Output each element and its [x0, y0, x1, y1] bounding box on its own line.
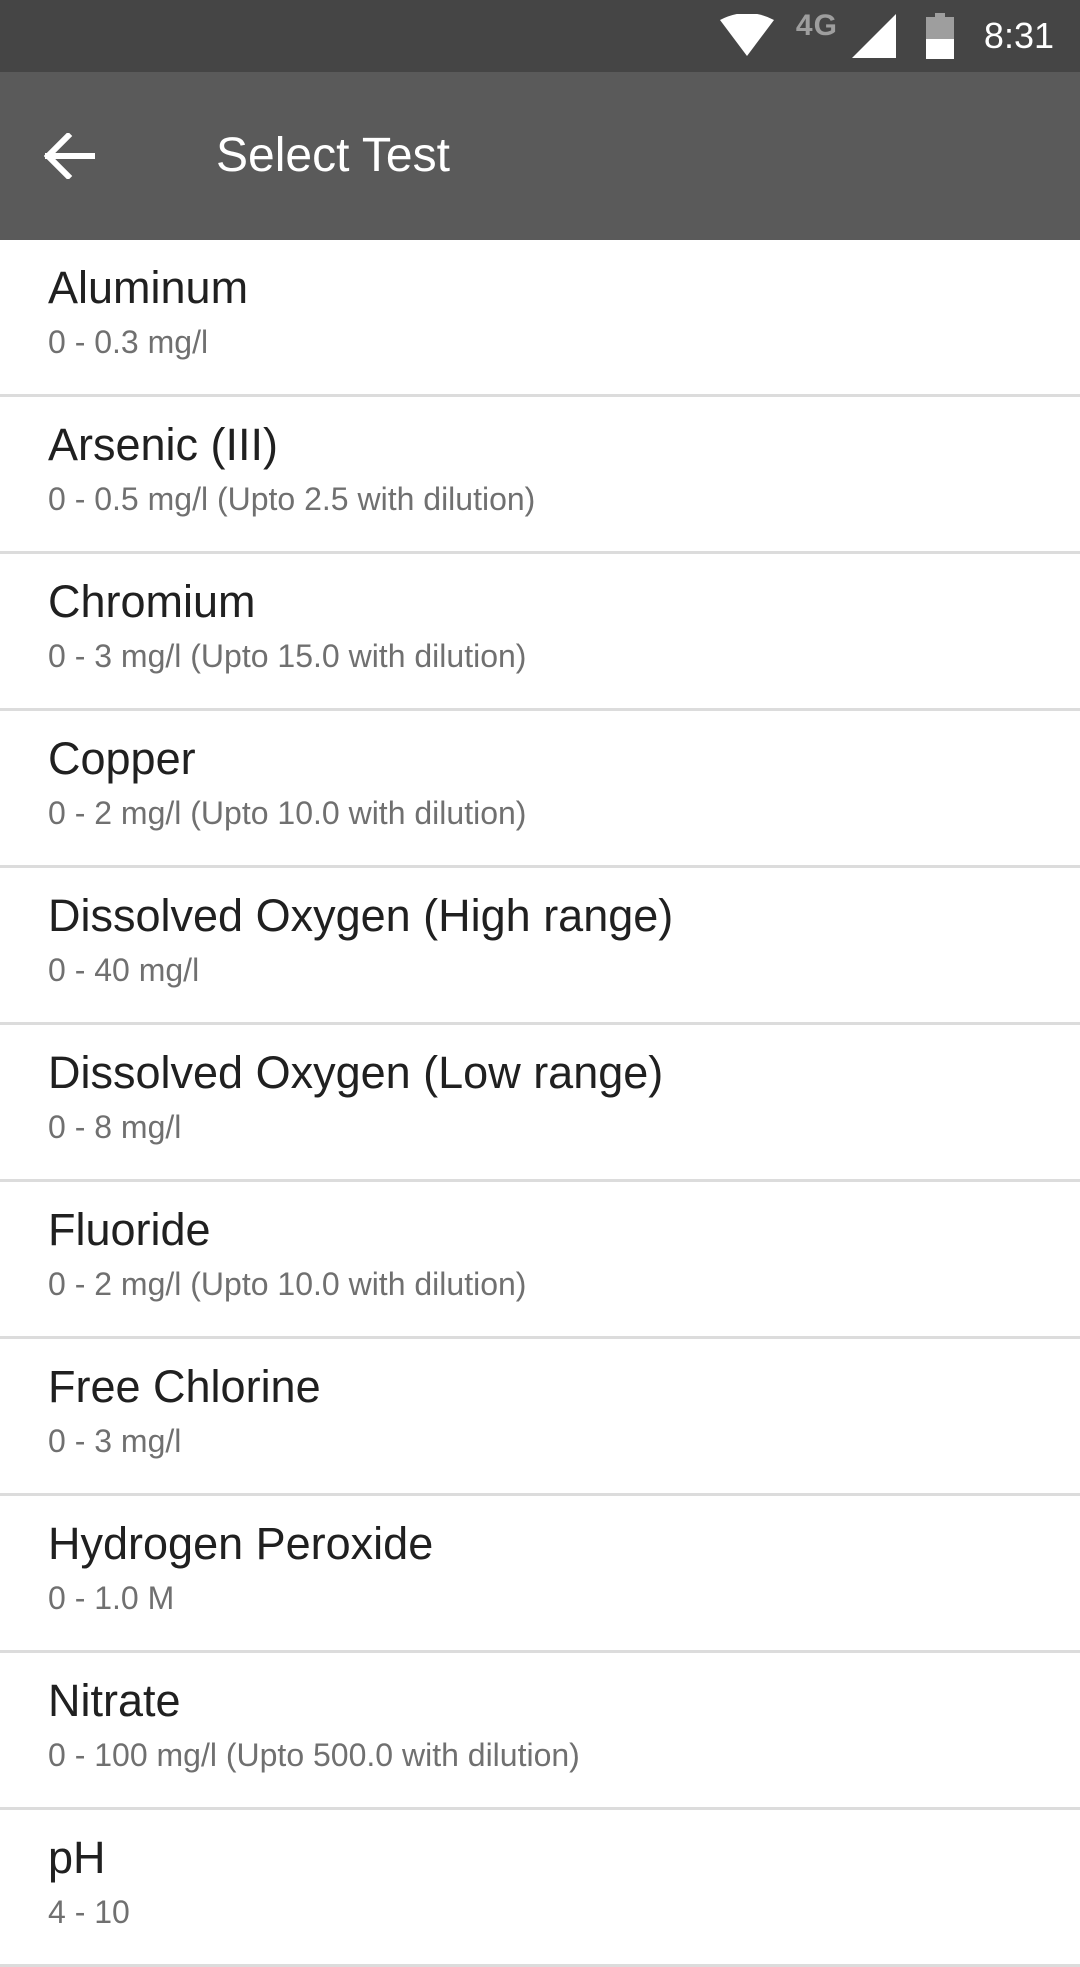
test-name: Dissolved Oxygen (Low range)	[48, 1047, 664, 1098]
arrow-left-icon	[44, 133, 95, 179]
list-item-free-chlorine[interactable]: Free Chlorine 0 - 3 mg/l	[0, 1339, 1080, 1496]
test-range: 0 - 0.5 mg/l (Upto 2.5 with dilution)	[48, 481, 536, 517]
test-range: 0 - 40 mg/l	[48, 952, 200, 988]
status-bar: 4G 8:31	[0, 0, 1080, 72]
list-item-fluoride[interactable]: Fluoride 0 - 2 mg/l (Upto 10.0 with dilu…	[0, 1182, 1080, 1339]
clock: 8:31	[983, 15, 1054, 56]
wifi-icon	[719, 14, 774, 58]
test-range: 0 - 3 mg/l (Upto 15.0 with dilution)	[48, 638, 527, 674]
back-button[interactable]	[30, 116, 110, 196]
app-bar: Select Test	[0, 72, 1080, 240]
test-range: 0 - 2 mg/l (Upto 10.0 with dilution)	[48, 1266, 527, 1302]
list-item-chromium[interactable]: Chromium 0 - 3 mg/l (Upto 15.0 with dilu…	[0, 554, 1080, 711]
battery-icon	[925, 13, 954, 59]
test-range: 0 - 0.3 mg/l	[48, 324, 209, 360]
list-item-aluminum[interactable]: Aluminum 0 - 0.3 mg/l	[0, 240, 1080, 397]
test-name: Chromium	[48, 576, 256, 627]
list-item-copper[interactable]: Copper 0 - 2 mg/l (Upto 10.0 with diluti…	[0, 711, 1080, 868]
cellular-signal-icon	[851, 14, 896, 58]
test-list: Aluminum 0 - 0.3 mg/l Arsenic (III) 0 - …	[0, 240, 1080, 1967]
test-name: Nitrate	[48, 1675, 181, 1726]
test-name: Dissolved Oxygen (High range)	[48, 890, 674, 941]
test-range: 0 - 3 mg/l	[48, 1423, 182, 1459]
list-item-hydrogen-peroxide[interactable]: Hydrogen Peroxide 0 - 1.0 M	[0, 1496, 1080, 1653]
test-name: pH	[48, 1832, 106, 1883]
test-range: 0 - 2 mg/l (Upto 10.0 with dilution)	[48, 795, 527, 831]
list-item-ph[interactable]: pH 4 - 10	[0, 1810, 1080, 1967]
page-title: Select Test	[216, 129, 450, 182]
test-range: 0 - 100 mg/l (Upto 500.0 with dilution)	[48, 1737, 580, 1773]
list-item-dissolved-oxygen-high[interactable]: Dissolved Oxygen (High range) 0 - 40 mg/…	[0, 868, 1080, 1025]
network-type-label: 4G	[795, 9, 838, 42]
test-name: Fluoride	[48, 1204, 211, 1255]
list-item-nitrate[interactable]: Nitrate 0 - 100 mg/l (Upto 500.0 with di…	[0, 1653, 1080, 1810]
test-name: Free Chlorine	[48, 1361, 321, 1412]
test-name: Aluminum	[48, 262, 249, 313]
list-item-dissolved-oxygen-low[interactable]: Dissolved Oxygen (Low range) 0 - 8 mg/l	[0, 1025, 1080, 1182]
list-item-arsenic-iii[interactable]: Arsenic (III) 0 - 0.5 mg/l (Upto 2.5 wit…	[0, 397, 1080, 554]
status-icons: 4G 8:31	[719, 0, 1080, 72]
test-range: 4 - 10	[48, 1894, 130, 1930]
test-range: 0 - 8 mg/l	[48, 1109, 182, 1145]
test-name: Arsenic (III)	[48, 419, 279, 470]
test-range: 0 - 1.0 M	[48, 1580, 175, 1616]
test-name: Copper	[48, 733, 196, 784]
test-name: Hydrogen Peroxide	[48, 1518, 434, 1569]
